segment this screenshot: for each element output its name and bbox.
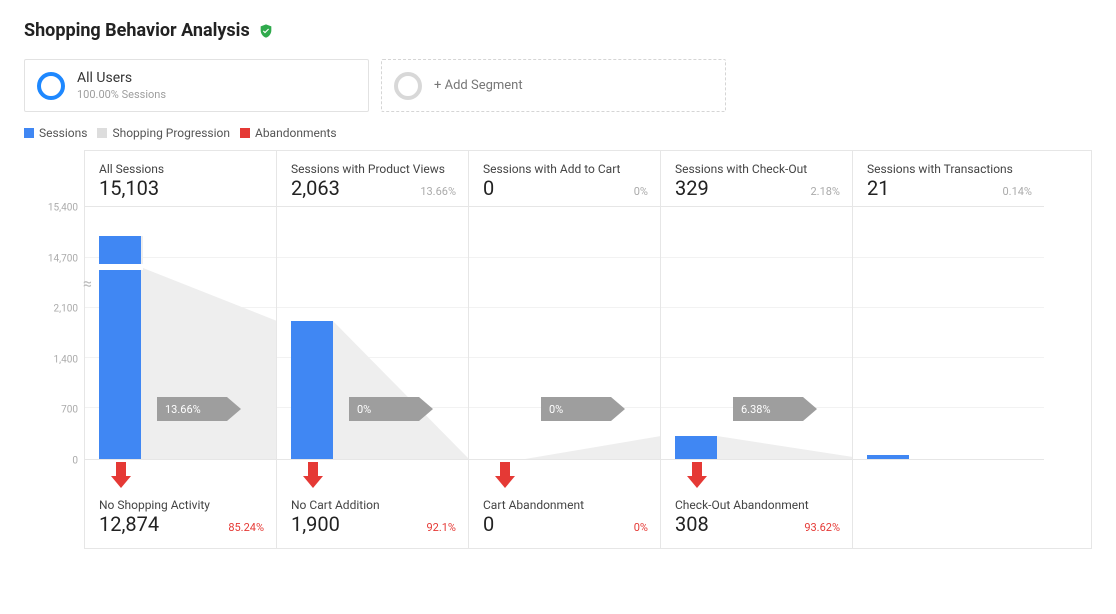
progression-arrow: 6.38% (733, 397, 817, 421)
stage-pct: 13.66% (420, 185, 456, 198)
axis-tick: 14,700 (28, 253, 78, 264)
stage-check-out[interactable]: Sessions with Check-Out 329 2.18% (660, 151, 852, 548)
abandon-value: 0 (483, 514, 494, 534)
legend: Sessions Shopping Progression Abandonmen… (24, 126, 1092, 140)
stage-value: 329 (675, 178, 709, 198)
stage-all-sessions[interactable]: All Sessions 15,103 (84, 151, 276, 548)
axis-tick: 15,400 (28, 203, 78, 214)
segment-circle-icon (37, 72, 65, 100)
sessions-bar (675, 436, 717, 459)
axis-tick: 700 (28, 405, 78, 416)
y-axis: 15,400 14,700 ≈ 2,100 1,400 700 0 (24, 208, 84, 461)
axis-tick: 0 (28, 456, 78, 467)
abandon-value: 1,900 (291, 514, 340, 534)
stage-value: 15,103 (99, 178, 159, 198)
funnel-chart: All Sessions 15,103 (84, 150, 1092, 549)
sessions-bar (867, 455, 909, 459)
progression-pct: 13.66% (165, 403, 201, 416)
axis-tick: 1,400 (28, 354, 78, 365)
progression-pct: 0% (549, 403, 563, 416)
stage-label: Sessions with Add to Cart (483, 162, 648, 176)
stage-label: Sessions with Check-Out (675, 162, 840, 176)
verified-shield-icon (258, 23, 274, 39)
segment-name: All Users (77, 70, 166, 86)
add-segment-circle-icon (394, 72, 422, 100)
add-segment-label: + Add Segment (434, 78, 523, 93)
legend-abandonments: Abandonments (255, 126, 337, 140)
abandon-arrow-icon (661, 460, 852, 490)
abandon-pct: 92.1% (426, 521, 456, 534)
axis-tick: 2,100 (28, 304, 78, 315)
stage-label: Sessions with Product Views (291, 162, 456, 176)
sessions-bar (291, 321, 333, 459)
stage-value: 21 (867, 178, 889, 198)
stage-label: Sessions with Transactions (867, 162, 1032, 176)
add-segment-button[interactable]: + Add Segment (381, 59, 726, 112)
abandon-value: 12,874 (99, 514, 159, 534)
page-title: Shopping Behavior Analysis (24, 20, 250, 41)
stage-value: 0 (483, 178, 494, 198)
stage-value: 2,063 (291, 178, 340, 198)
legend-progression: Shopping Progression (112, 126, 230, 140)
stage-label: All Sessions (99, 162, 264, 176)
stage-pct: 0% (634, 185, 648, 198)
stage-transactions[interactable]: Sessions with Transactions 21 0.14% (852, 151, 1044, 548)
abandon-pct: 93.62% (804, 521, 840, 534)
sessions-bar (99, 236, 141, 459)
progression-arrow: 0% (349, 397, 433, 421)
stage-pct: 0.14% (1002, 185, 1032, 198)
abandon-arrow-icon (469, 460, 660, 490)
abandon-value: 308 (675, 514, 709, 534)
progression-pct: 0% (357, 403, 371, 416)
progression-arrow: 13.66% (157, 397, 241, 421)
abandon-pct: 85.24% (228, 521, 264, 534)
abandon-label: Check-Out Abandonment (675, 498, 840, 512)
abandon-label: No Cart Addition (291, 498, 456, 512)
legend-sessions: Sessions (39, 126, 87, 140)
segment-subtitle: 100.00% Sessions (77, 88, 166, 101)
abandon-arrow-icon (277, 460, 468, 490)
progression-arrow: 0% (541, 397, 625, 421)
abandon-pct: 0% (634, 521, 648, 534)
abandon-arrow-icon (85, 460, 276, 490)
stage-add-to-cart[interactable]: Sessions with Add to Cart 0 0% (468, 151, 660, 548)
axis-break-icon: ≈ (83, 276, 92, 292)
abandon-label: Cart Abandonment (483, 498, 648, 512)
segment-card-all-users[interactable]: All Users 100.00% Sessions (24, 59, 369, 112)
abandon-label: No Shopping Activity (99, 498, 264, 512)
progression-pct: 6.38% (741, 403, 771, 416)
stage-product-views[interactable]: Sessions with Product Views 2,063 13.66% (276, 151, 468, 548)
stage-pct: 2.18% (810, 185, 840, 198)
